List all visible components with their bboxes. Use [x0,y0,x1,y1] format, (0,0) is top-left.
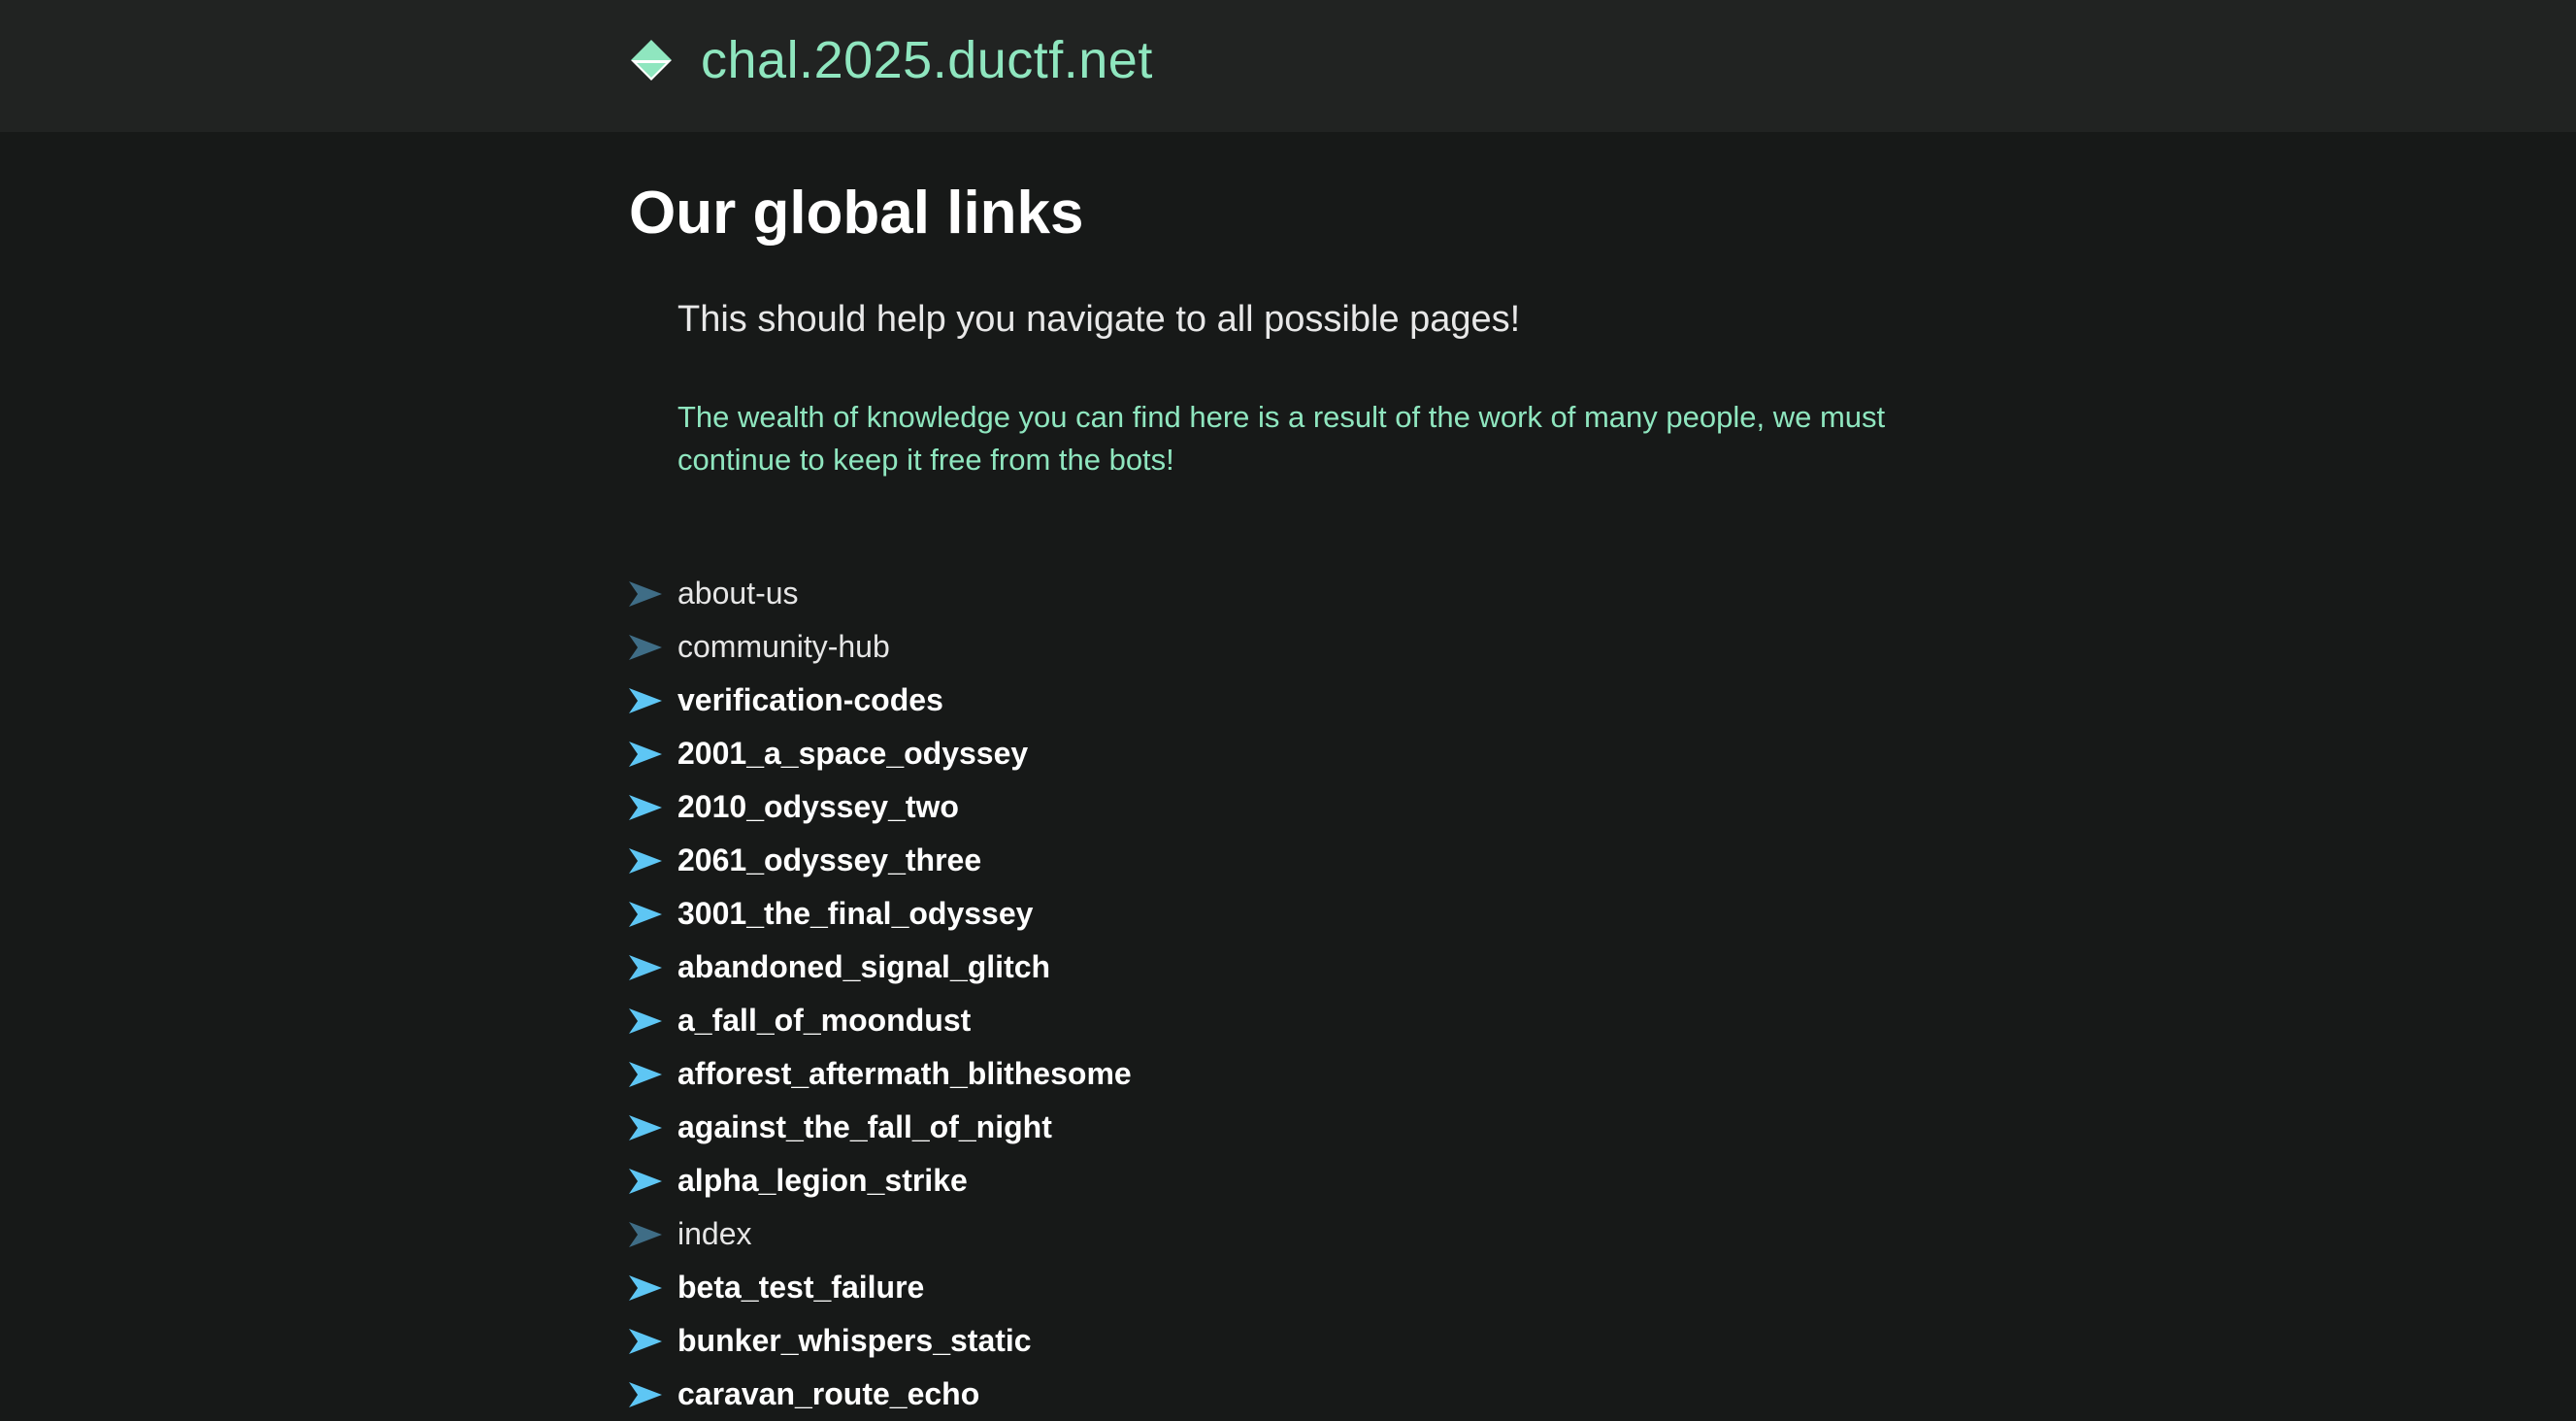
page-link[interactable]: community-hub [677,629,890,665]
link-list-item: beta_test_failure [629,1261,1132,1314]
page-link[interactable]: abandoned_signal_glitch [677,949,1050,985]
arrow-bullet-icon [629,954,662,980]
link-list-item: verification-codes [629,674,1132,727]
arrow-bullet-icon [629,1008,662,1034]
link-list-item: alpha_legion_strike [629,1154,1132,1207]
arrow-bullet-icon [629,1381,662,1407]
arrow-bullet-icon [629,634,662,660]
arrow-bullet-icon [629,1061,662,1087]
link-list-item: abandoned_signal_glitch [629,941,1132,994]
arrow-bullet-icon [629,580,662,607]
top-bar: chal.2025.ductf.net [0,0,2576,132]
link-list-item: afforest_aftermath_blithesome [629,1047,1132,1101]
arrow-bullet-icon [629,687,662,713]
site-name-link[interactable]: chal.2025.ductf.net [701,30,1153,90]
arrow-bullet-icon [629,741,662,767]
link-list-item: 2010_odyssey_two [629,780,1132,834]
page-link[interactable]: about-us [677,576,799,611]
link-list-item: against_the_fall_of_night [629,1101,1132,1154]
link-list: about-us community-hub verification-codes 2… [629,567,1132,1421]
link-list-item: 2001_a_space_odyssey [629,727,1132,780]
link-list-item: about-us [629,567,1132,620]
link-list-item: bunker_whispers_static [629,1314,1132,1368]
arrow-bullet-icon [629,1114,662,1140]
arrow-bullet-icon [629,847,662,874]
intro-text: This should help you navigate to all pos… [677,299,1521,340]
link-list-item: 2061_odyssey_three [629,834,1132,887]
link-list-item: community-hub [629,620,1132,674]
page-link[interactable]: bunker_whispers_static [677,1323,1032,1359]
page-link[interactable]: 2061_odyssey_three [677,843,981,878]
notice-text: The wealth of knowledge you can find her… [677,400,1886,477]
link-list-item: a_fall_of_moondust [629,994,1132,1047]
page-link[interactable]: 3001_the_final_odyssey [677,896,1033,932]
page-link[interactable]: 2001_a_space_odyssey [677,736,1028,772]
link-list-item: caravan_route_echo [629,1368,1132,1421]
arrow-bullet-icon [629,1221,662,1247]
link-list-item: index [629,1207,1132,1261]
diamond-logo-icon [631,40,672,81]
arrow-bullet-icon [629,1168,662,1194]
page-link[interactable]: afforest_aftermath_blithesome [677,1056,1132,1092]
page-link[interactable]: index [677,1216,752,1252]
page-link[interactable]: 2010_odyssey_two [677,789,959,825]
brand[interactable]: chal.2025.ductf.net [629,27,1153,93]
arrow-bullet-icon [629,1328,662,1354]
arrow-bullet-icon [629,1274,662,1301]
page-link[interactable]: verification-codes [677,682,943,718]
page-link[interactable]: against_the_fall_of_night [677,1109,1052,1145]
page-title: Our global links [629,180,1084,247]
link-list-item: 3001_the_final_odyssey [629,887,1132,941]
page-link[interactable]: caravan_route_echo [677,1376,979,1412]
page-link[interactable]: a_fall_of_moondust [677,1003,971,1039]
arrow-bullet-icon [629,901,662,927]
page-link[interactable]: alpha_legion_strike [677,1163,968,1199]
arrow-bullet-icon [629,794,662,820]
page-link[interactable]: beta_test_failure [677,1270,924,1305]
